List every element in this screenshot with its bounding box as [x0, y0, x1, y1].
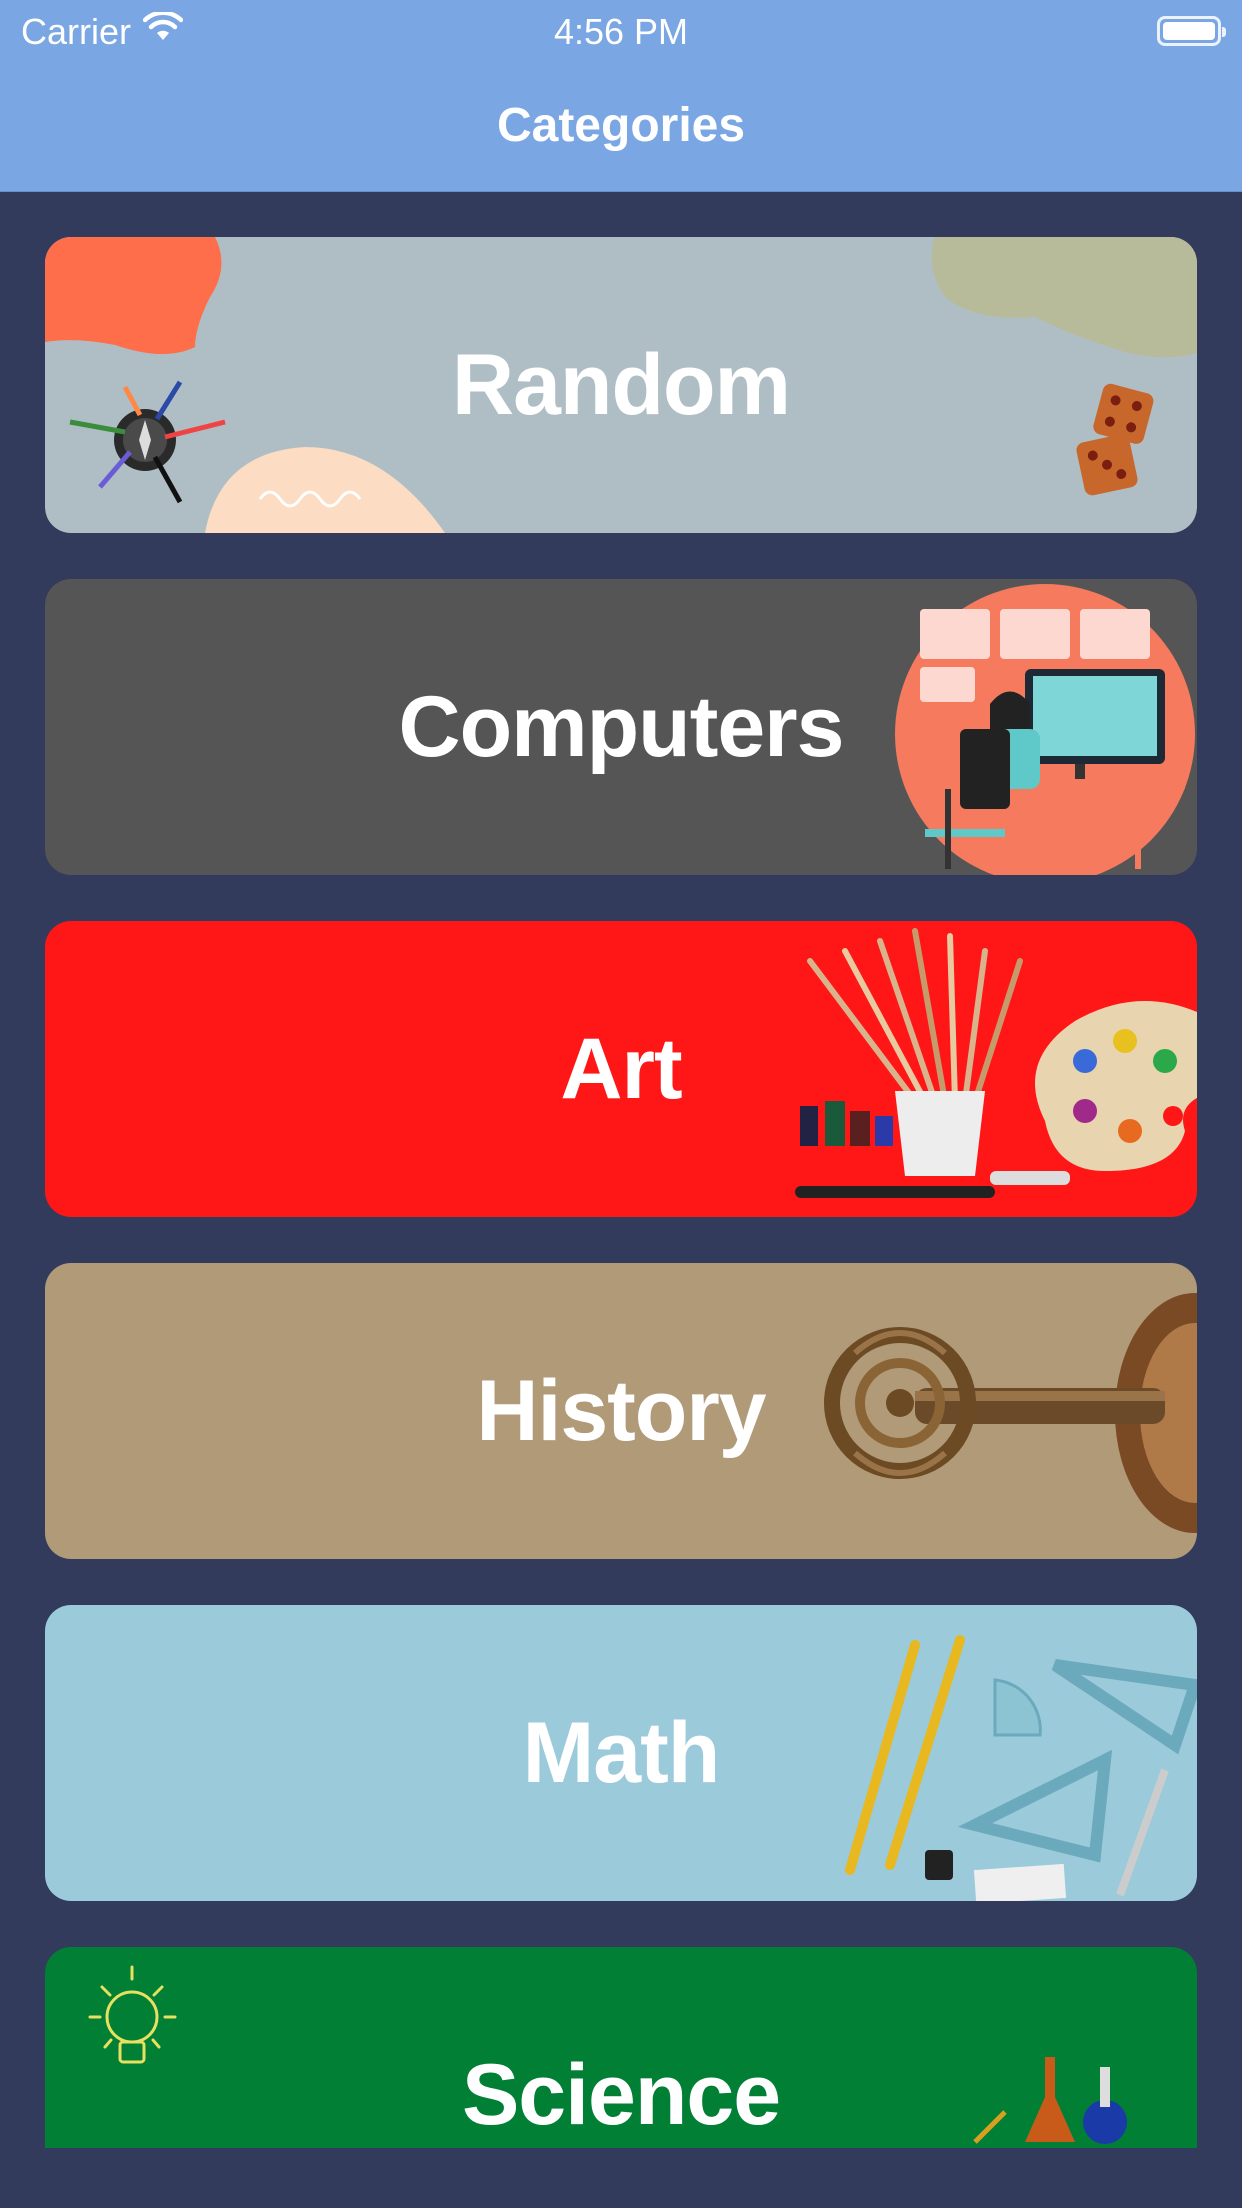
category-card-art[interactable]: Art	[45, 921, 1197, 1217]
battery-icon	[1157, 16, 1226, 46]
category-label: Art	[560, 1020, 682, 1117]
category-card-history[interactable]: History	[45, 1263, 1197, 1559]
status-time: 4:56 PM	[553, 11, 689, 52]
category-card-random[interactable]: Random	[45, 237, 1197, 533]
category-label: Computers	[398, 678, 845, 775]
category-card-science[interactable]: Science	[45, 1947, 1197, 2148]
category-card-math[interactable]: Math	[45, 1605, 1197, 1901]
navigation-bar: Carrier 4:56 PM Categories	[0, 0, 1242, 192]
category-card-computers[interactable]: Computers	[45, 579, 1197, 875]
category-label: History	[476, 1362, 766, 1459]
category-label: Math	[522, 1704, 721, 1801]
category-label: Random	[452, 336, 791, 433]
page-title: Categories	[496, 99, 746, 152]
category-label: Science	[461, 2046, 781, 2143]
category-list[interactable]: Random Computers Art History Math Scienc…	[0, 192, 1242, 2148]
